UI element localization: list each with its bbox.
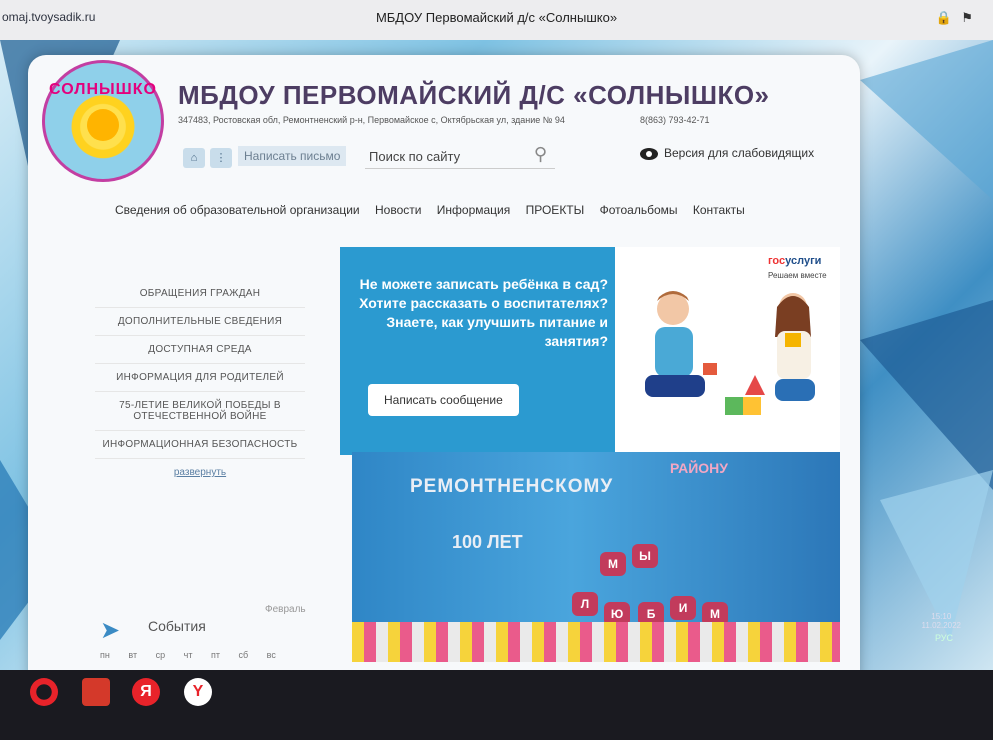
sidebar-menu: Обращения граждан Дополнительные сведени… — [95, 280, 305, 478]
search-input[interactable]: Поиск по сайту — [369, 149, 460, 164]
phone: 8(863) 793-42-71 — [640, 115, 710, 125]
weekday: пт — [210, 650, 220, 660]
children-illustration — [645, 291, 815, 415]
browser-actions: 🔒 ⚑ — [930, 10, 973, 26]
browser-bar: omaj.tvoysadik.ru МБДОУ Первомайский д/с… — [0, 0, 993, 41]
sitemap-icon[interactable]: ⋮ — [210, 148, 232, 168]
sidebar-item-victory[interactable]: 75-летие великой победы в отечественной … — [95, 392, 305, 431]
sidebar-item-parents[interactable]: Информация для родителей — [95, 364, 305, 392]
sun-icon — [87, 109, 119, 141]
home-icon[interactable]: ⌂ — [183, 148, 205, 168]
search-box[interactable]: Поиск по сайту ⚲ — [365, 144, 555, 169]
nav-item-news[interactable]: Новости — [375, 203, 421, 217]
banner-text: Не можете записать ребёнка в сад? Хотите… — [359, 276, 608, 349]
opera-icon[interactable] — [30, 678, 58, 706]
nav-item-projects[interactable]: ПРОЕКТЫ — [526, 203, 585, 217]
site-logo[interactable]: СОЛНЫШКО — [42, 60, 164, 182]
heart-letter: Л — [572, 592, 598, 616]
write-message-button[interactable]: Написать сообщение — [368, 384, 519, 416]
heart-letter: Ы — [632, 544, 658, 568]
nav-item-about[interactable]: Сведения об образовательной организации — [115, 203, 360, 217]
heart-letter: И — [670, 596, 696, 620]
site-title[interactable]: МБДОУ ПЕРВОМАЙСКИЙ Д/С «СОЛНЫШКО» — [178, 80, 770, 111]
search-icon[interactable]: ⚲ — [534, 144, 547, 165]
page-tab-title: МБДОУ Первомайский д/с «Солнышко» — [375, 10, 618, 25]
address: 347483, Ростовская обл, Ремонтненский р-… — [178, 115, 565, 125]
bird-icon: ➤ — [100, 617, 121, 644]
expand-link[interactable]: развернуть — [95, 467, 305, 478]
events-month[interactable]: Февраль — [265, 604, 306, 615]
system-clock[interactable]: 15:10 11.02.2022 — [922, 612, 961, 630]
eye-icon — [640, 147, 658, 160]
low-vision-link[interactable]: Версия для слабовидящих — [640, 146, 814, 160]
sidebar-item-additional[interactable]: Дополнительные сведения — [95, 308, 305, 336]
sidebar-item-accessible[interactable]: Доступная среда — [95, 336, 305, 364]
nav-item-photos[interactable]: Фотоальбомы — [600, 203, 678, 217]
yandex-browser-icon[interactable]: Y — [184, 678, 212, 706]
gosuslugi-tagline: Решаем вместе — [768, 271, 827, 280]
events-title: События — [148, 618, 206, 634]
heart-letter: М — [600, 552, 626, 576]
gosuslugi-banner[interactable]: Не можете записать ребёнка в сад? Хотите… — [340, 247, 840, 455]
write-letter-button[interactable]: Написать письмо — [238, 146, 347, 166]
flower-decoration — [352, 622, 840, 662]
slideshow-photo[interactable]: РЕМОНТНЕНСКОМУ 100 ЛЕТ РАЙОНУ М Ы Л Ю Б … — [352, 452, 840, 662]
yandex-icon[interactable]: Я — [132, 678, 160, 706]
lock-icon[interactable]: 🔒 — [936, 10, 952, 25]
bookmark-icon[interactable]: ⚑ — [961, 10, 973, 25]
calendar-weekdays: пн вт ср чт пт сб вс — [100, 650, 292, 660]
photo-title: РЕМОНТНЕНСКОМУ — [410, 476, 614, 497]
weekday: вт — [128, 650, 138, 660]
nav-item-info[interactable]: Информация — [437, 203, 510, 217]
logo-text: СОЛНЫШКО — [49, 81, 157, 98]
weekday: чт — [183, 650, 193, 660]
photo-subtitle: 100 ЛЕТ — [452, 532, 523, 552]
language-indicator[interactable]: РУС — [935, 633, 953, 643]
presentation-icon[interactable] — [82, 678, 110, 706]
weekday: сб — [238, 650, 249, 660]
banner-panel: Не можете записать ребёнка в сад? Хотите… — [340, 247, 615, 455]
weekday: ср — [155, 650, 166, 660]
low-vision-label: Версия для слабовидящих — [664, 146, 815, 160]
sidebar-item-security[interactable]: Информационная безопасность — [95, 431, 305, 459]
main-nav: Сведения об образовательной организации … — [115, 203, 757, 217]
gosuslugi-logo: госуслуги — [768, 255, 822, 267]
photo-vertical-text: РАЙОНУ — [670, 460, 728, 476]
taskbar: Я Y — [0, 670, 993, 740]
weekday: вс — [266, 650, 276, 660]
weekday: пн — [100, 650, 110, 660]
nav-item-contacts[interactable]: Контакты — [693, 203, 745, 217]
sidebar-item-appeals[interactable]: Обращения граждан — [95, 280, 305, 308]
